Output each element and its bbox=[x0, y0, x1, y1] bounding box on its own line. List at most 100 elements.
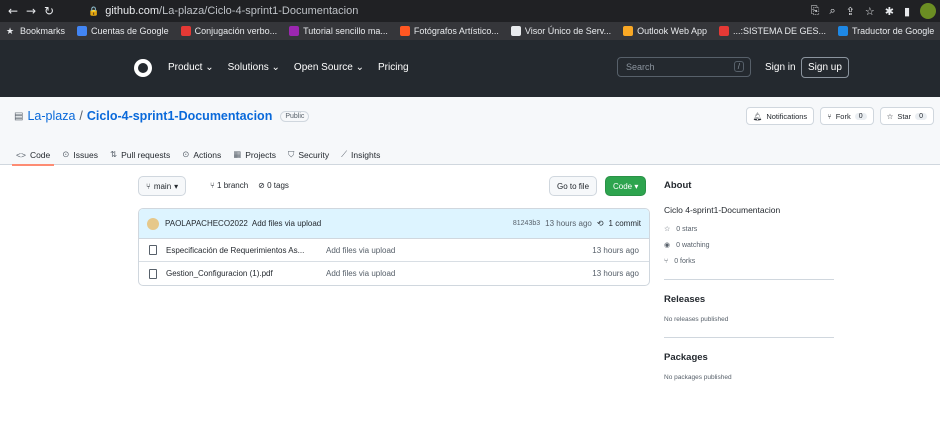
file-name-link[interactable]: Gestion_Configuracion (1).pdf bbox=[166, 269, 306, 278]
site-favicon-icon bbox=[180, 26, 191, 36]
search-input[interactable]: Search / bbox=[617, 57, 751, 77]
file-row: Gestion_Configuracion (1).pdf Add files v… bbox=[139, 262, 649, 285]
file-commit-time: 13 hours ago bbox=[592, 245, 639, 255]
bookmark-label: Tutorial sencillo ma... bbox=[303, 26, 388, 36]
tab-label: Issues bbox=[73, 149, 98, 160]
notifications-button[interactable]: 🔔︎ Notifications bbox=[745, 107, 815, 125]
tab-label: Actions bbox=[193, 149, 222, 160]
reload-icon[interactable]: ↻ bbox=[40, 4, 58, 18]
github-logo-icon[interactable] bbox=[134, 59, 152, 77]
back-icon[interactable]: ← bbox=[4, 4, 22, 18]
menu-solutions[interactable]: Solutions ⌄ bbox=[228, 62, 280, 73]
bookmark-item[interactable]: Outlook Web App bbox=[617, 26, 713, 36]
repo-tabs: <> Code ⊙ Issues ⇅ Pull requests ⊙ Actions ▦ Proj… bbox=[11, 144, 380, 166]
tab-code[interactable]: <> Code bbox=[11, 144, 55, 166]
menu-open-source[interactable]: Open Source ⌄ bbox=[294, 62, 364, 73]
star-icon: ☆ bbox=[886, 111, 894, 121]
tab-projects[interactable]: ▦ Projects bbox=[233, 144, 276, 165]
file-row: Especificación de Requerimientos As... Ad… bbox=[139, 239, 649, 262]
zoom-icon[interactable]: ⌕ bbox=[829, 4, 835, 18]
bookmark-star-icon: ★ bbox=[6, 26, 15, 36]
tab-label: Insights bbox=[351, 149, 381, 160]
branch-icon: ⑂ bbox=[146, 181, 151, 191]
url-path: /La-plaza/Ciclo-4-sprint1-Documentacion bbox=[159, 5, 359, 17]
about-title: About bbox=[664, 180, 692, 191]
tab-actions[interactable]: ⊙ Actions bbox=[182, 144, 221, 165]
visibility-badge: Public bbox=[280, 110, 310, 122]
watching-link[interactable]: ◉ 0 watching bbox=[664, 237, 834, 253]
forks-link[interactable]: ⑂ 0 forks bbox=[664, 253, 834, 269]
repo-owner-link[interactable]: La-plaza bbox=[27, 109, 75, 123]
github-header: Product ⌄ Solutions ⌄ Open Source ⌄ Pric… bbox=[0, 40, 940, 97]
forward-icon[interactable]: → bbox=[22, 4, 40, 18]
branch-name: main bbox=[153, 181, 172, 191]
browser-toolbar: ← → ↻ 🔒 github.com /La-plaza/Ciclo-4-spr… bbox=[0, 0, 940, 22]
tags-link[interactable]: ⊘ 0 tags bbox=[258, 181, 289, 190]
bookmark-item[interactable]: Conjugación verbo... bbox=[175, 26, 284, 36]
repo-title: ▤ La-plaza / Ciclo-4-sprint1-Documentaci… bbox=[14, 109, 310, 123]
bookmark-item[interactable]: Tutorial sencillo ma... bbox=[283, 26, 394, 36]
bookmark-label: Conjugación verbo... bbox=[194, 26, 278, 36]
packages-text: No packages published bbox=[664, 373, 732, 381]
file-list: PAOLAPACHECO2022 Add files via upload 81… bbox=[138, 208, 650, 286]
profile-avatar[interactable] bbox=[920, 3, 936, 19]
bookmark-item[interactable]: ...:SISTEMA DE GES... bbox=[713, 26, 832, 36]
commit-author[interactable]: PAOLAPACHECO2022 bbox=[165, 219, 248, 228]
fork-button[interactable]: ⑂ Fork 0 bbox=[820, 107, 874, 125]
sign-in-link[interactable]: Sign in bbox=[765, 62, 796, 73]
file-icon bbox=[149, 245, 157, 255]
share-icon[interactable]: ⇪ bbox=[846, 5, 855, 18]
latest-commit-row: PAOLAPACHECO2022 Add files via upload 81… bbox=[139, 209, 649, 239]
releases-title[interactable]: Releases bbox=[664, 294, 834, 305]
bookmark-item[interactable]: Traductor de Google bbox=[832, 26, 940, 36]
tab-label: Pull requests bbox=[121, 149, 171, 160]
bookmark-item[interactable]: Fotógrafos Artístico... bbox=[394, 26, 505, 36]
menu-product[interactable]: Product ⌄ bbox=[168, 62, 214, 73]
github-main-menu: Product ⌄ Solutions ⌄ Open Source ⌄ Pric… bbox=[168, 62, 409, 73]
table-icon: ▦ bbox=[233, 149, 242, 159]
code-icon: <> bbox=[16, 149, 26, 160]
extensions-icon[interactable]: ✱ bbox=[885, 5, 894, 18]
star-button[interactable]: ☆ Star 0 bbox=[879, 107, 934, 125]
stars-link[interactable]: ☆ 0 stars bbox=[664, 221, 834, 237]
bookmark-item[interactable]: Visor Único de Serv... bbox=[505, 26, 617, 36]
fork-icon: ⑂ bbox=[827, 111, 832, 121]
site-favicon-icon bbox=[623, 26, 634, 36]
repo-name-link[interactable]: Ciclo-4-sprint1-Documentacion bbox=[87, 109, 272, 123]
file-name-link[interactable]: Especificación de Requerimientos As... bbox=[166, 246, 306, 255]
bookmark-item[interactable]: Cuentas de Google bbox=[71, 26, 175, 36]
star-icon: ☆ bbox=[664, 226, 671, 233]
code-button[interactable]: Code ▾ bbox=[605, 176, 647, 196]
commit-hash[interactable]: 81243b3 bbox=[513, 220, 540, 227]
tags-count: 0 tags bbox=[267, 181, 289, 190]
branch-select-button[interactable]: ⑂ main ▾ bbox=[138, 176, 187, 196]
tab-insights[interactable]: ⟋ Insights bbox=[341, 144, 380, 165]
go-to-file-button[interactable]: Go to file bbox=[549, 176, 598, 196]
file-commit-message[interactable]: Add files via upload bbox=[326, 269, 395, 278]
address-bar[interactable]: 🔒 github.com /La-plaza/Ciclo-4-sprint1-D… bbox=[88, 3, 358, 19]
history-icon: ⟲ bbox=[596, 219, 604, 228]
translate-icon[interactable]: ⎘ bbox=[811, 4, 820, 18]
bookmark-star-icon[interactable]: ☆ bbox=[865, 5, 875, 18]
tab-label: Projects bbox=[245, 149, 276, 160]
branches-link[interactable]: ⑂ 1 branch bbox=[210, 181, 248, 190]
commit-message[interactable]: Add files via upload bbox=[252, 219, 321, 228]
commit-count[interactable]: 1 commit bbox=[609, 219, 641, 228]
tab-pull-requests[interactable]: ⇅ Pull requests bbox=[110, 144, 170, 165]
eye-icon: ◉ bbox=[664, 242, 671, 249]
file-commit-time: 13 hours ago bbox=[592, 269, 639, 278]
pull-request-icon: ⇅ bbox=[109, 149, 118, 159]
file-commit-message[interactable]: Add files via upload bbox=[326, 246, 395, 255]
tab-security[interactable]: ⛉ Security bbox=[288, 144, 329, 165]
bookmark-label: Fotógrafos Artístico... bbox=[413, 26, 499, 36]
watching-count: 0 watching bbox=[676, 241, 710, 249]
author-avatar[interactable] bbox=[147, 217, 159, 230]
packages-title[interactable]: Packages bbox=[664, 352, 834, 363]
sign-up-button[interactable]: Sign up bbox=[801, 57, 849, 78]
tab-issues[interactable]: ⊙ Issues bbox=[62, 144, 98, 165]
menu-pricing[interactable]: Pricing bbox=[378, 62, 409, 73]
tab-label: Code bbox=[29, 149, 51, 160]
fork-icon: ⑂ bbox=[664, 257, 669, 265]
sidepanel-icon[interactable]: ▮ bbox=[904, 5, 910, 18]
bookmark-item[interactable]: ★ Bookmarks bbox=[0, 26, 71, 36]
